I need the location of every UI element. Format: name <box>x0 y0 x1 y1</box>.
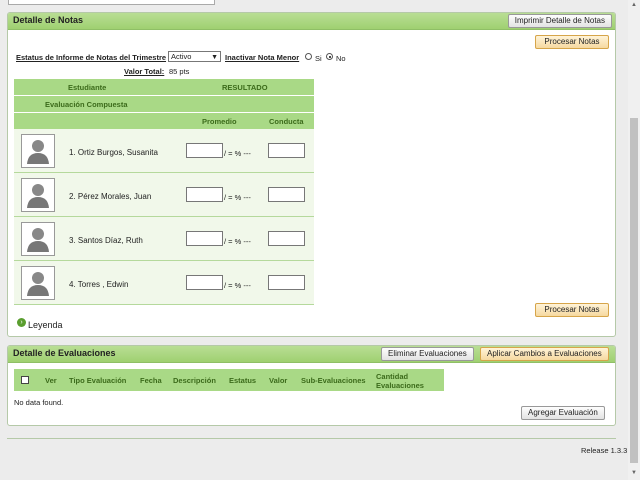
page: Detalle de Notas Imprimir Detalle de Not… <box>0 0 628 480</box>
promedio-input[interactable] <box>186 143 223 158</box>
pct-text: / = % --- <box>224 149 251 158</box>
pct-text: / = % --- <box>224 237 251 246</box>
delete-evaluaciones-button[interactable]: Eliminar Evaluaciones <box>381 347 474 361</box>
valor-total-value: 85 pts <box>169 67 190 76</box>
grid-header-row-3: Promedio Conducta <box>14 112 314 129</box>
radio-si-label: Si <box>315 54 322 63</box>
print-notas-button[interactable]: Imprimir Detalle de Notas <box>507 14 612 28</box>
col-estudiante: Estudiante <box>68 83 107 92</box>
evaluaciones-table-header: Ver Tipo Evaluación Fecha Descripción Es… <box>14 369 444 391</box>
add-evaluacion-button[interactable]: Agregar Evaluación <box>521 406 605 420</box>
evaluaciones-panel-title: Detalle de Evaluaciones <box>13 348 116 358</box>
scroll-up-icon[interactable]: ▲ <box>631 2 637 8</box>
status-label: Estatus de Informe de Notas del Trimestr… <box>16 53 167 62</box>
footer-divider <box>7 438 616 439</box>
scroll-down-icon[interactable]: ▼ <box>631 470 637 476</box>
notas-panel-title: Detalle de Notas <box>13 15 84 25</box>
promedio-input[interactable] <box>186 187 223 202</box>
select-all-checkbox[interactable] <box>21 376 29 384</box>
release-text: Release 1.3.3 <box>581 446 628 455</box>
student-name: 3. Santos Díaz, Ruth <box>69 236 143 245</box>
top-input-box[interactable] <box>8 0 215 5</box>
col-sub-evaluaciones: Sub-Evaluaciones <box>301 376 366 385</box>
leyenda-link[interactable]: Leyenda <box>28 320 63 330</box>
chevron-right-icon[interactable]: › <box>17 318 26 327</box>
col-tipo-evaluacion: Tipo Evaluación <box>69 376 127 385</box>
pct-text: / = % --- <box>224 193 251 202</box>
promedio-input[interactable] <box>186 275 223 290</box>
col-promedio: Promedio <box>202 117 237 126</box>
conducta-input[interactable] <box>268 231 305 246</box>
col-conducta: Conducta <box>269 117 304 126</box>
student-row: 4. Torres , Edwin / = % --- <box>14 261 314 305</box>
student-name: 1. Ortiz Burgos, Susanita <box>69 148 158 157</box>
student-row: 2. Pérez Morales, Juan / = % --- <box>14 173 314 217</box>
vertical-scrollbar[interactable]: ▲ ▼ <box>628 0 640 480</box>
status-select[interactable]: Activo ▼ <box>168 51 221 62</box>
inactivar-label: Inactivar Nota Menor <box>225 53 300 62</box>
process-notas-button-top[interactable]: Procesar Notas <box>535 35 609 49</box>
radio-si[interactable] <box>305 53 312 60</box>
process-notas-button-bottom[interactable]: Procesar Notas <box>535 303 609 317</box>
pct-text: / = % --- <box>224 281 251 290</box>
promedio-input[interactable] <box>186 231 223 246</box>
scrollbar-thumb[interactable] <box>630 118 638 463</box>
col-valor: Valor <box>269 376 288 385</box>
student-name: 2. Pérez Morales, Juan <box>69 192 152 201</box>
col-resultado: RESULTADO <box>222 83 268 92</box>
col-cantidad-evaluaciones: Cantidad Evaluaciones <box>376 372 424 390</box>
valor-total-label: Valor Total: <box>124 67 165 76</box>
notas-panel-header: Detalle de Notas Imprimir Detalle de Not… <box>8 13 615 30</box>
col-evaluacion-compuesta: Evaluación Compuesta <box>45 100 128 109</box>
avatar <box>21 134 55 168</box>
col-estatus: Estatus <box>229 376 257 385</box>
radio-no[interactable] <box>326 53 333 60</box>
grid-header-row-1: Estudiante RESULTADO <box>14 78 314 95</box>
conducta-input[interactable] <box>268 275 305 290</box>
student-name: 4. Torres , Edwin <box>69 280 129 289</box>
col-fecha: Fecha <box>140 376 162 385</box>
apply-changes-button[interactable]: Aplicar Cambios a Evaluaciones <box>480 347 609 361</box>
conducta-input[interactable] <box>268 187 305 202</box>
grid-header-row-2: Evaluación Compuesta <box>14 95 314 112</box>
col-descripcion: Descripción <box>173 376 216 385</box>
conducta-input[interactable] <box>268 143 305 158</box>
student-row: 3. Santos Díaz, Ruth / = % --- <box>14 217 314 261</box>
col-ver: Ver <box>45 376 57 385</box>
student-row: 1. Ortiz Burgos, Susanita / = % --- <box>14 129 314 173</box>
radio-no-label: No <box>336 54 346 63</box>
avatar <box>21 222 55 256</box>
avatar <box>21 178 55 212</box>
status-select-value: Activo <box>171 52 192 61</box>
no-data-text: No data found. <box>14 398 64 407</box>
avatar <box>21 266 55 300</box>
chevron-down-icon: ▼ <box>211 54 218 61</box>
